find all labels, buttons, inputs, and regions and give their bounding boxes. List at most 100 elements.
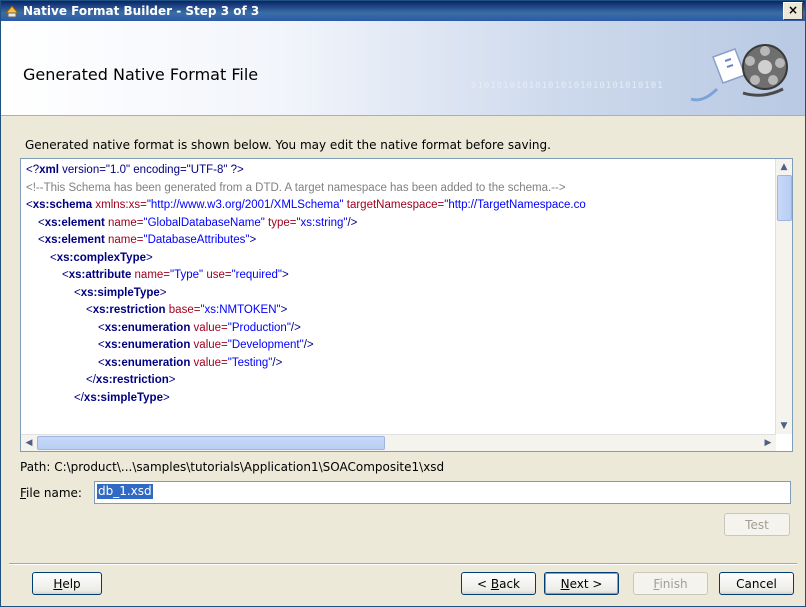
code-token-punc: < — [74, 286, 81, 299]
code-line[interactable]: <xs:element name="DatabaseAttributes"> — [26, 232, 774, 250]
code-token-punc: < — [26, 199, 33, 211]
scroll-down-icon[interactable]: ▼ — [776, 418, 792, 434]
code-token-attr: xmlns:xs= — [92, 199, 147, 211]
close-icon: × — [787, 3, 799, 17]
code-token-punc: </ — [74, 391, 84, 404]
back-label-rest: ack — [499, 577, 520, 591]
code-area[interactable]: <?xml version="1.0" encoding="UTF-8" ?> <… — [26, 162, 774, 432]
close-button[interactable]: × — [783, 2, 803, 20]
next-label-rest: ext > — [569, 577, 603, 591]
code-token-attr: base= — [165, 304, 201, 316]
code-line[interactable]: <xs:enumeration value="Development"/> — [26, 337, 774, 355]
horizontal-scroll-thumb[interactable] — [37, 436, 385, 450]
file-name-label-rest: ile name: — [26, 486, 82, 500]
code-line[interactable]: <xs:enumeration value="Production"/> — [26, 320, 774, 338]
code-token-punc: </ — [86, 374, 96, 386]
code-line[interactable]: <xs:simpleType> — [26, 285, 774, 303]
wizard-logo-icon — [690, 44, 788, 102]
code-token-tag: xs:attribute — [68, 269, 132, 281]
code-token-attr: type= — [264, 216, 297, 229]
code-token-punc: > — [145, 251, 153, 264]
code-token-punc: /> — [290, 321, 301, 334]
code-token-punc: < — [98, 356, 105, 369]
next-mnemonic: N — [560, 577, 570, 591]
code-token-tag: xs:simpleType — [83, 391, 163, 404]
code-token-val: "Type" — [170, 269, 204, 281]
code-token-punc: > — [162, 391, 170, 404]
file-name-input[interactable]: db_1.xsd — [94, 481, 791, 504]
code-line[interactable]: <xs:enumeration value="Testing"/> — [26, 355, 774, 373]
code-token-tag: xs:enumeration — [104, 321, 191, 334]
code-token-val: "GlobalDatabaseName" — [143, 216, 265, 229]
vertical-scrollbar[interactable]: ▲ ▼ — [775, 159, 792, 434]
scroll-up-icon[interactable]: ▲ — [776, 159, 792, 175]
code-token-attr: value= — [190, 356, 228, 369]
code-token-pib: xml — [39, 164, 59, 176]
code-token-punc: > — [281, 269, 289, 281]
code-token-tag: xs:restriction — [95, 374, 169, 386]
code-token-punc: > — [159, 286, 167, 299]
back-mnemonic: B — [490, 577, 500, 591]
code-token-val: "required" — [231, 269, 282, 281]
code-line[interactable]: <xs:restriction base="xs:NMTOKEN"> — [26, 302, 774, 320]
code-token-comment: <!--This Schema has been generated from … — [26, 181, 566, 194]
cancel-button[interactable]: Cancel — [719, 572, 794, 595]
code-token-val: "xs:string" — [296, 216, 348, 229]
code-token-val: "Production" — [227, 321, 291, 334]
code-line[interactable]: </xs:simpleType> — [26, 390, 774, 408]
file-name-value: db_1.xsd — [97, 484, 153, 499]
code-token-val: "xs:NMTOKEN" — [200, 304, 281, 316]
code-token-tag: xs:element — [44, 234, 105, 246]
code-line[interactable]: <?xml version="1.0" encoding="UTF-8" ?> — [26, 162, 774, 180]
code-token-punc: < — [38, 216, 45, 229]
code-token-val: "DatabaseAttributes" — [143, 234, 250, 246]
code-token-punc: > — [168, 374, 176, 386]
code-token-val: "http://TargetNamespace.co — [444, 199, 586, 211]
app-icon — [4, 5, 20, 18]
vertical-scroll-thumb[interactable] — [777, 175, 792, 221]
code-token-pi: version="1.0" encoding="UTF-8" ?> — [58, 164, 244, 176]
back-button[interactable]: < Back — [461, 572, 536, 595]
code-token-tag: xs:complexType — [56, 251, 146, 264]
finish-label-rest: inish — [659, 577, 688, 591]
code-token-punc: /> — [303, 339, 314, 351]
code-token-attr: name= — [131, 269, 171, 281]
code-line[interactable]: <xs:complexType> — [26, 250, 774, 268]
code-line[interactable]: <xs:element name="GlobalDatabaseName" ty… — [26, 215, 774, 233]
horizontal-scrollbar[interactable]: ◀ ▶ — [21, 434, 776, 451]
code-token-punc: > — [280, 304, 288, 316]
banner-binary-decoration: 010101010101010101010101010101 — [471, 81, 664, 91]
page-title: Generated Native Format File — [23, 65, 259, 84]
code-token-val: "Testing" — [227, 356, 273, 369]
code-token-punc: < — [98, 339, 105, 351]
code-line[interactable]: <!--This Schema has been generated from … — [26, 180, 774, 198]
code-token-val: "Development" — [227, 339, 304, 351]
next-button[interactable]: Next > — [544, 572, 619, 595]
file-name-label: File name: — [20, 486, 82, 500]
test-button[interactable]: Test — [724, 513, 790, 536]
code-token-attr: value= — [190, 321, 228, 334]
code-token-attr: value= — [190, 339, 228, 351]
finish-button[interactable]: Finish — [633, 572, 708, 595]
code-token-tag: xs:enumeration — [104, 356, 191, 369]
code-line[interactable]: <xs:attribute name="Type" use="required"… — [26, 267, 774, 285]
code-token-punc: < — [50, 251, 57, 264]
title-bar[interactable]: Native Format Builder - Step 3 of 3 × — [1, 1, 805, 21]
native-format-editor[interactable]: <?xml version="1.0" encoding="UTF-8" ?> <… — [20, 158, 793, 452]
header-banner: 010101010101010101010101010101 Generated… — [1, 21, 805, 116]
code-token-pi: <? — [26, 164, 40, 176]
help-mnemonic: H — [53, 577, 63, 591]
code-line[interactable]: <xs:schema xmlns:xs="http://www.w3.org/2… — [26, 197, 774, 215]
help-button[interactable]: Help — [32, 572, 102, 595]
window-title: Native Format Builder - Step 3 of 3 — [23, 4, 260, 18]
code-token-attr: targetNamespace= — [343, 199, 445, 211]
code-line[interactable]: </xs:restriction> — [26, 372, 774, 390]
footer-separator — [9, 563, 797, 565]
code-token-tag: xs:restriction — [92, 304, 166, 316]
scroll-left-icon[interactable]: ◀ — [21, 435, 37, 451]
code-token-punc: > — [249, 234, 257, 246]
code-token-tag: xs:schema — [32, 199, 93, 211]
scroll-right-icon[interactable]: ▶ — [760, 435, 776, 451]
code-token-attr: use= — [203, 269, 232, 281]
help-label-rest: elp — [62, 577, 81, 591]
